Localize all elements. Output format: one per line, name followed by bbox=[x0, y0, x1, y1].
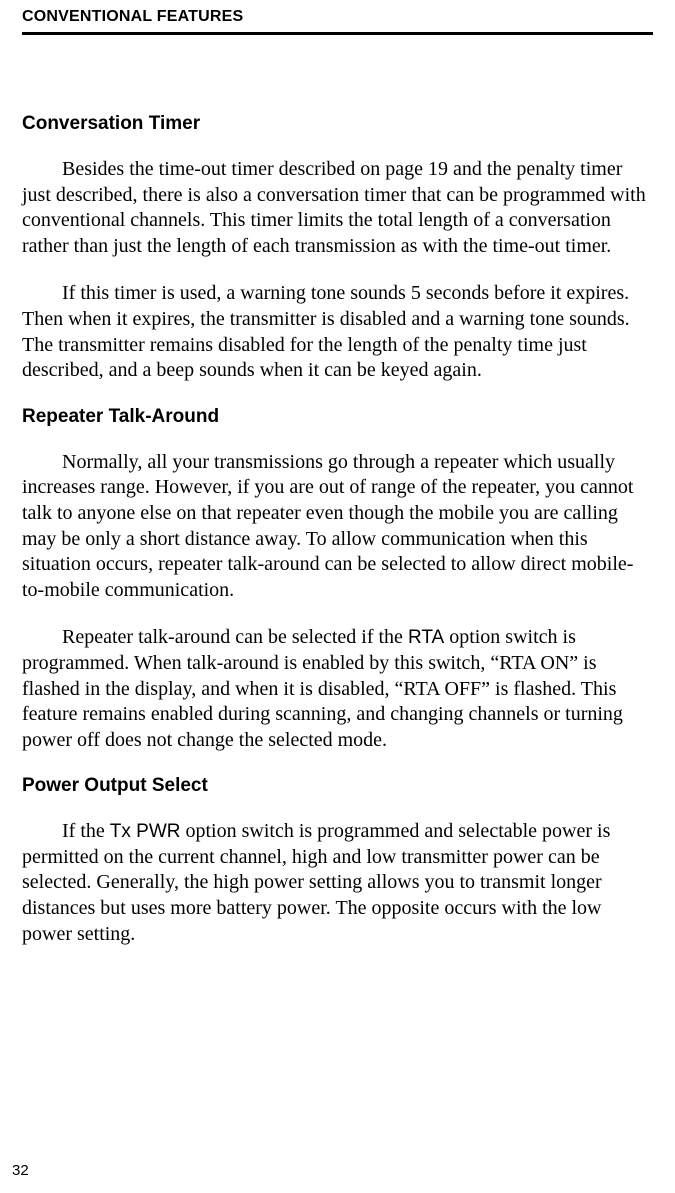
paragraph: If the Tx PWR option switch is programme… bbox=[22, 819, 653, 947]
paragraph: Repeater talk-around can be selected if … bbox=[22, 625, 653, 753]
option-switch-rta: RTA bbox=[408, 627, 444, 648]
heading-repeater-talk-around: Repeater Talk-Around bbox=[22, 406, 653, 428]
text: Normally, all your transmissions go thro… bbox=[22, 451, 633, 601]
running-head: CONVENTIONAL FEATURES bbox=[22, 8, 653, 26]
header-rule bbox=[22, 32, 653, 35]
text: If this timer is used, a warning tone so… bbox=[22, 282, 630, 381]
paragraph: Normally, all your transmissions go thro… bbox=[22, 450, 653, 604]
text: Besides the time-out timer described on … bbox=[22, 158, 646, 257]
heading-power-output-select: Power Output Select bbox=[22, 775, 653, 797]
paragraph: If this timer is used, a warning tone so… bbox=[22, 281, 653, 383]
heading-conversation-timer: Conversation Timer bbox=[22, 113, 653, 135]
page-number: 32 bbox=[12, 1162, 29, 1179]
text: If the bbox=[62, 820, 110, 842]
text: Repeater talk-around can be selected if … bbox=[62, 626, 408, 648]
paragraph: Besides the time-out timer described on … bbox=[22, 157, 653, 259]
option-switch-txpwr: Tx PWR bbox=[110, 821, 181, 842]
